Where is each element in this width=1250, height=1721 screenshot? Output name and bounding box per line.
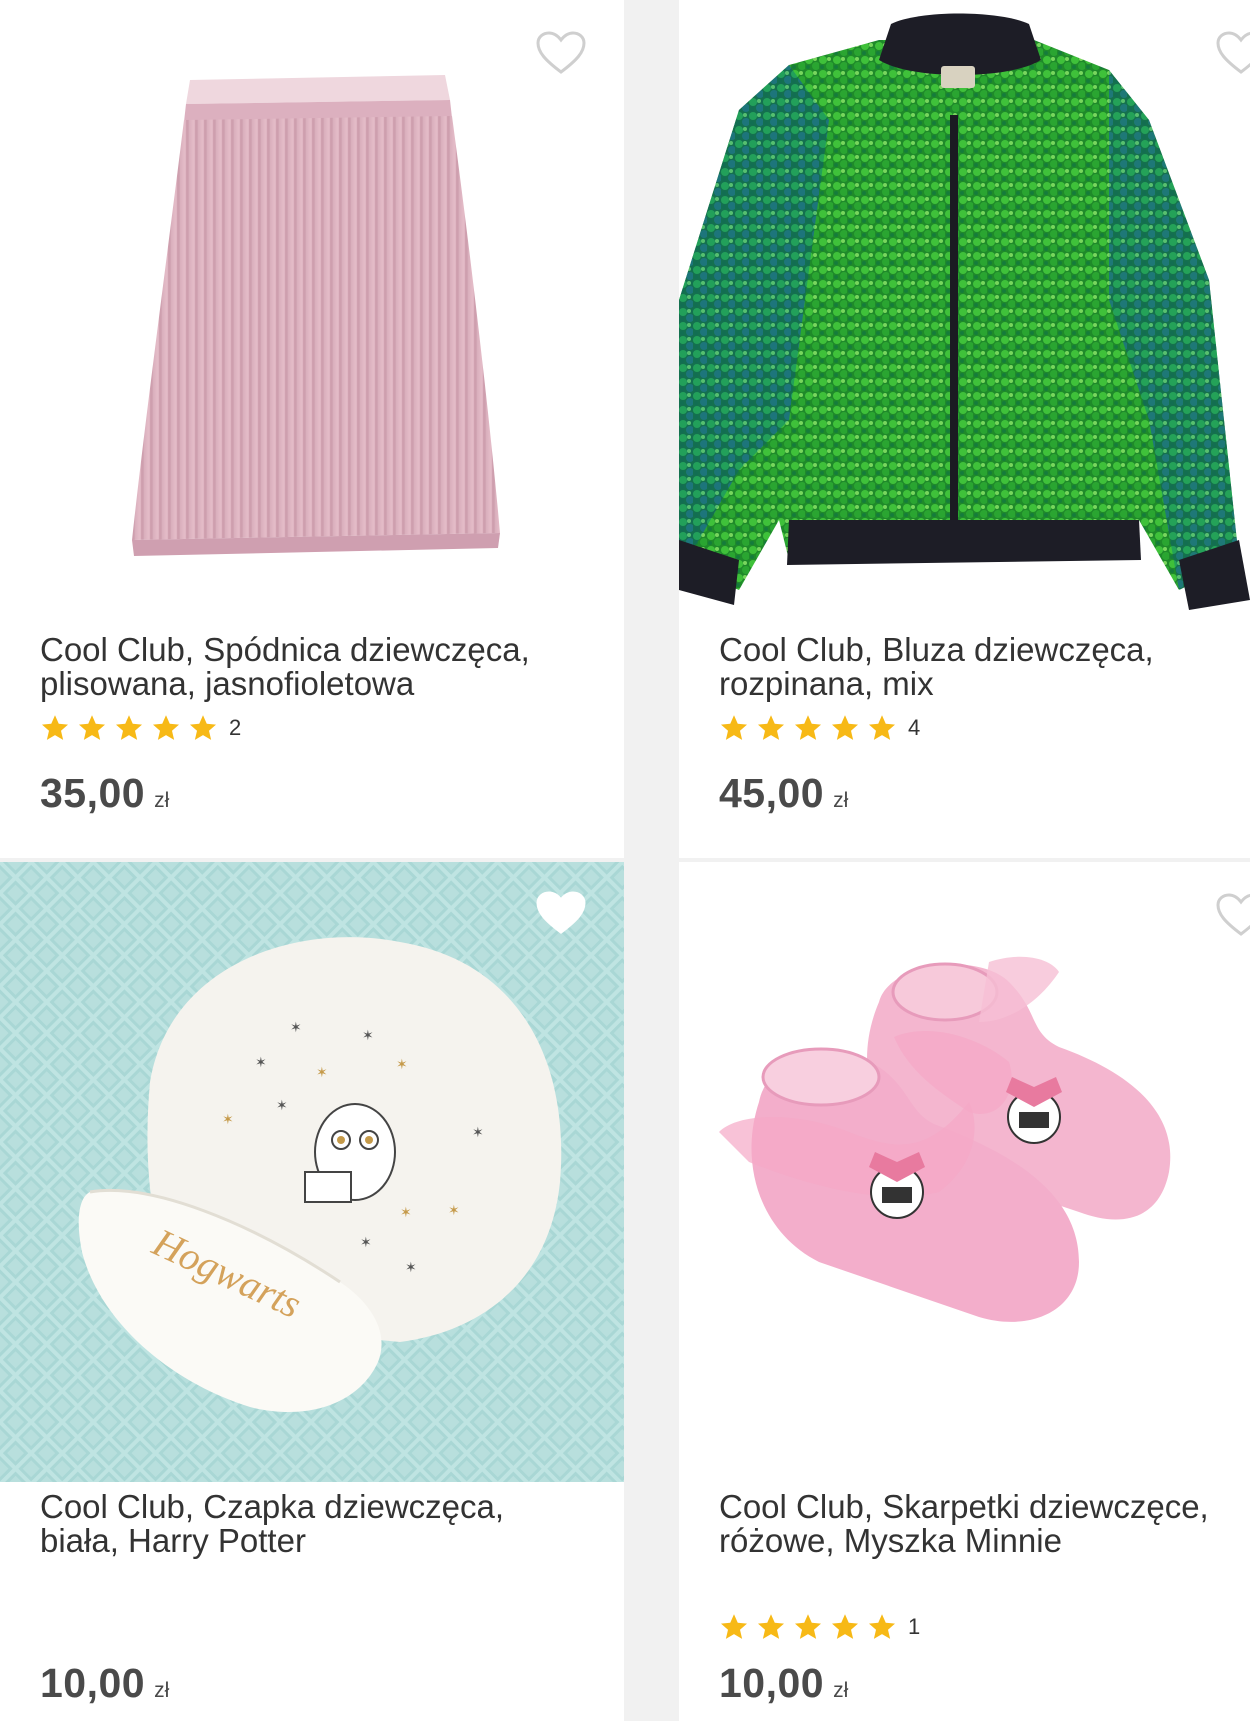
- product-image[interactable]: [0, 0, 624, 610]
- product-title-line: różowe, Myszka Minnie: [719, 1522, 1062, 1559]
- star-rating: 1: [719, 1611, 920, 1643]
- product-price: 10,00 zł: [40, 1660, 169, 1707]
- product-title-line: Cool Club, Bluza dziewczęca,: [719, 631, 1154, 668]
- price-currency: zł: [833, 789, 849, 812]
- star-icon: [795, 1614, 821, 1639]
- star-icon: [869, 1614, 895, 1639]
- svg-text:✶: ✶: [362, 1028, 374, 1044]
- price-currency: zł: [154, 789, 170, 812]
- product-card[interactable]: Cool Club, Skarpetki dziewczęce, różowe,…: [679, 862, 1250, 1721]
- product-title-line: Cool Club, Spódnica dziewczęca,: [40, 631, 530, 668]
- svg-text:✶: ✶: [290, 1020, 302, 1036]
- product-title[interactable]: Cool Club, Bluza dziewczęca, rozpinana, …: [719, 633, 1239, 701]
- svg-text:✶: ✶: [400, 1205, 412, 1221]
- svg-text:✶: ✶: [472, 1125, 484, 1141]
- product-price: 10,00 zł: [719, 1660, 848, 1707]
- svg-text:✶: ✶: [448, 1203, 460, 1219]
- star-icon: [79, 715, 105, 740]
- star-icon: [721, 715, 747, 740]
- heart-filled-white-icon[interactable]: [535, 890, 587, 936]
- product-title[interactable]: Cool Club, Spódnica dziewczęca, plisowan…: [40, 633, 560, 701]
- star-icon: [42, 715, 68, 740]
- product-title-line: Cool Club, Czapka dziewczęca,: [40, 1488, 505, 1525]
- product-grid: Cool Club, Spódnica dziewczęca, plisowan…: [0, 0, 1250, 1721]
- product-price: 35,00 zł: [40, 770, 169, 817]
- heart-outline-icon[interactable]: [1215, 30, 1250, 76]
- price-amount: 10,00: [719, 1660, 825, 1706]
- product-title[interactable]: Cool Club, Czapka dziewczęca, biała, Har…: [40, 1490, 560, 1558]
- heart-outline-icon[interactable]: [535, 30, 587, 76]
- review-count: 1: [908, 1614, 921, 1639]
- star-icon: [832, 1614, 858, 1639]
- price-currency: zł: [154, 1679, 170, 1702]
- star-icon: [795, 715, 821, 740]
- svg-text:✶: ✶: [396, 1057, 408, 1073]
- review-count: 2: [229, 715, 242, 740]
- product-title-line: plisowana, jasnofioletowa: [40, 665, 415, 702]
- product-price: 45,00 zł: [719, 770, 848, 817]
- star-icon: [190, 715, 216, 740]
- price-amount: 35,00: [40, 770, 146, 816]
- svg-text:✶: ✶: [360, 1235, 372, 1251]
- product-title-line: rozpinana, mix: [719, 665, 934, 702]
- product-image[interactable]: [679, 862, 1250, 1482]
- star-rating: 4: [719, 712, 920, 744]
- star-rating: 2: [40, 712, 241, 744]
- product-title-line: Cool Club, Skarpetki dziewczęce,: [719, 1488, 1209, 1525]
- product-title[interactable]: Cool Club, Skarpetki dziewczęce, różowe,…: [719, 1490, 1239, 1558]
- svg-text:✶: ✶: [276, 1098, 288, 1114]
- product-title-line: biała, Harry Potter: [40, 1522, 306, 1559]
- star-icon: [116, 715, 142, 740]
- svg-text:✶: ✶: [222, 1112, 234, 1128]
- product-card[interactable]: Cool Club, Bluza dziewczęca, rozpinana, …: [679, 0, 1250, 858]
- heart-outline-icon[interactable]: [1215, 892, 1250, 938]
- star-icon: [153, 715, 179, 740]
- product-card[interactable]: ✶ ✶ ✶ ✶ ✶ ✶ ✶ ✶ ✶ ✶ ✶ ✶ Hogwarts Cool Cl…: [0, 862, 624, 1721]
- star-icon: [869, 715, 895, 740]
- price-currency: zł: [833, 1679, 849, 1702]
- star-icon: [758, 715, 784, 740]
- star-icon: [721, 1614, 747, 1639]
- star-icon: [832, 715, 858, 740]
- price-amount: 10,00: [40, 1660, 146, 1706]
- product-image[interactable]: ✶ ✶ ✶ ✶ ✶ ✶ ✶ ✶ ✶ ✶ ✶ ✶ Hogwarts: [0, 862, 624, 1482]
- price-amount: 45,00: [719, 770, 825, 816]
- product-image[interactable]: [679, 0, 1250, 610]
- svg-text:✶: ✶: [255, 1055, 267, 1071]
- review-count: 4: [908, 715, 921, 740]
- product-card[interactable]: Cool Club, Spódnica dziewczęca, plisowan…: [0, 0, 624, 858]
- svg-text:✶: ✶: [405, 1260, 417, 1276]
- svg-text:✶: ✶: [316, 1065, 328, 1081]
- star-icon: [758, 1614, 784, 1639]
